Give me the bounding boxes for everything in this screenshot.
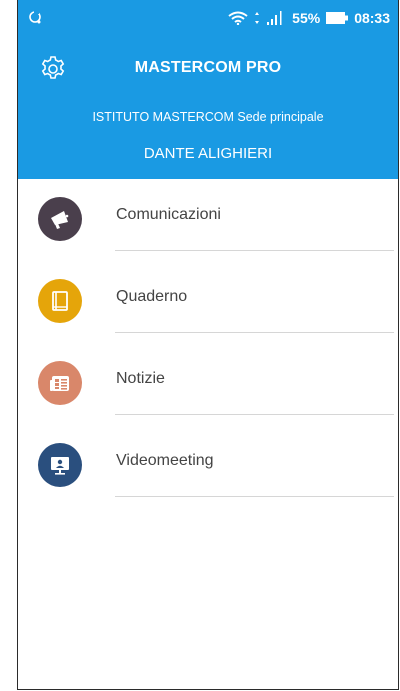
divider — [115, 250, 394, 251]
menu-label: Videomeeting — [116, 452, 214, 469]
video-presentation-icon — [38, 443, 82, 487]
menu-label: Quaderno — [116, 288, 188, 305]
menu-label: Notizie — [116, 370, 165, 387]
divider — [115, 414, 394, 415]
app-header: 55% 08:33 MASTERCOM PRO ISTITUTO MASTERC… — [18, 0, 398, 179]
divider — [115, 332, 394, 333]
app-toolbar: MASTERCOM PRO — [18, 46, 398, 90]
clock: 08:33 — [354, 10, 390, 26]
menu-label: Comunicazioni — [116, 206, 221, 223]
sync-status-icon — [29, 10, 41, 24]
menu-item-videomeeting[interactable]: Videomeeting — [18, 425, 398, 507]
school-name: ISTITUTO MASTERCOM Sede principale — [92, 110, 324, 124]
newspaper-icon — [38, 361, 82, 405]
signal-strength-icon — [267, 11, 282, 25]
menu-item-comunicazioni[interactable]: Comunicazioni — [18, 179, 398, 261]
divider — [115, 496, 394, 497]
status-bar: 55% 08:33 — [18, 0, 398, 36]
battery-percent: 55% — [292, 10, 321, 26]
wifi-icon — [228, 11, 248, 25]
menu-item-quaderno[interactable]: Quaderno — [18, 261, 398, 343]
megaphone-icon — [38, 197, 82, 241]
notebook-icon — [38, 279, 82, 323]
app-title: MASTERCOM PRO — [134, 59, 282, 76]
main-menu: Comunicazioni Quaderno Notizie Videomeet… — [18, 179, 398, 507]
app-frame: 55% 08:33 MASTERCOM PRO ISTITUTO MASTERC… — [17, 0, 399, 690]
battery-icon — [326, 12, 349, 24]
data-transfer-icon — [255, 12, 260, 24]
menu-item-notizie[interactable]: Notizie — [18, 343, 398, 425]
status-indicators: 55% 08:33 — [228, 10, 390, 26]
user-name[interactable]: DANTE ALIGHIERI — [18, 145, 398, 162]
